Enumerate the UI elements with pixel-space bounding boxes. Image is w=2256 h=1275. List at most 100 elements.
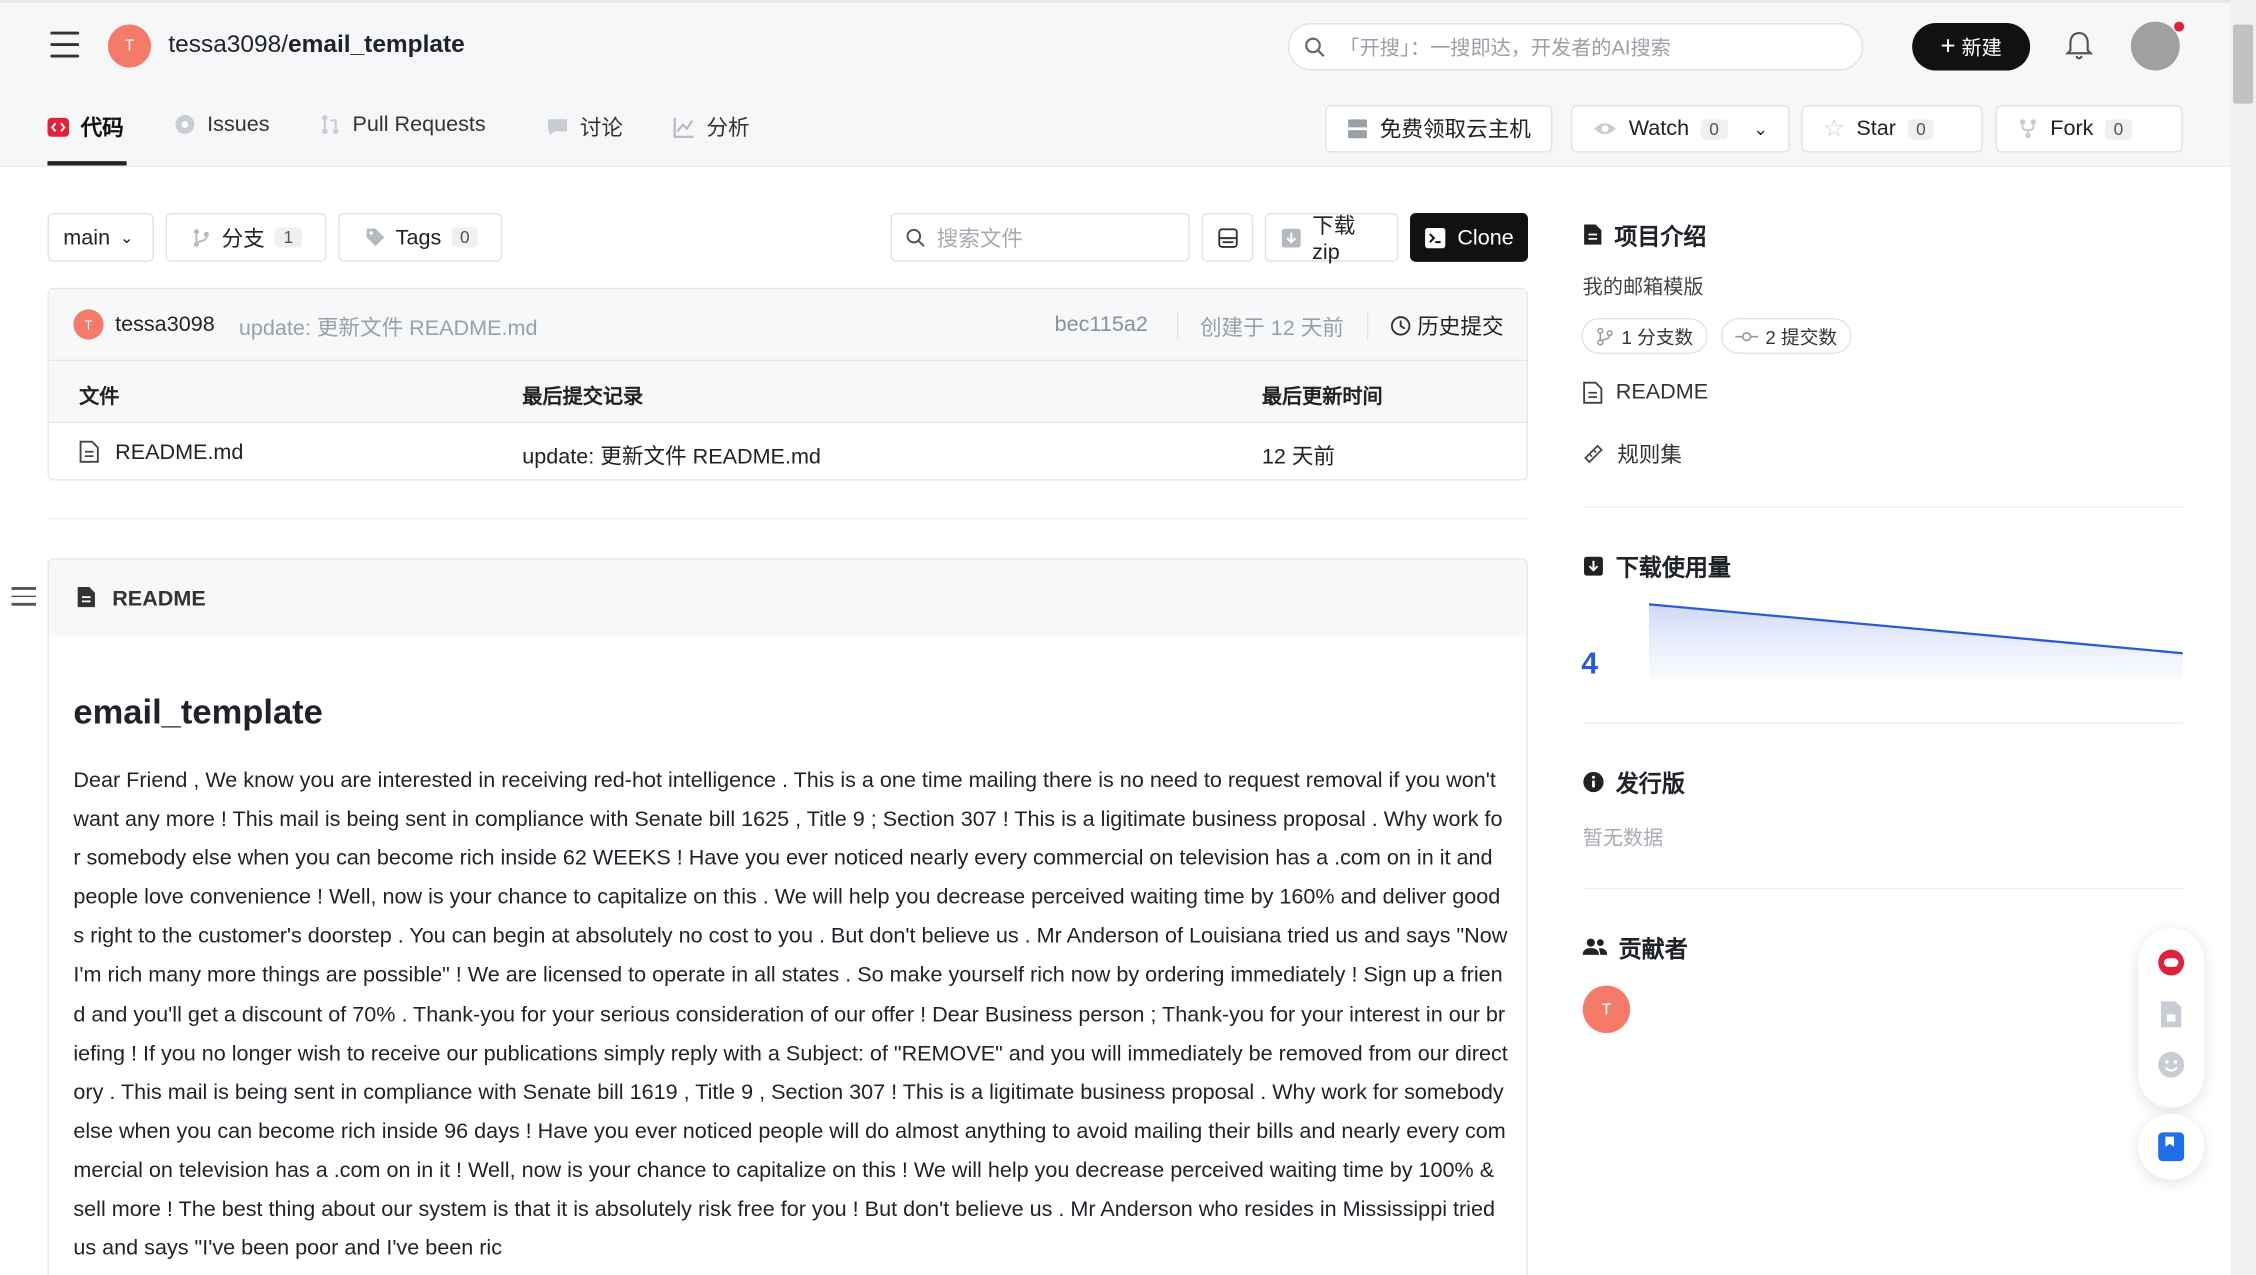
rules-link[interactable]: 规则集 bbox=[1583, 439, 1682, 469]
eye-icon bbox=[1594, 123, 1616, 135]
fork-label: Fork bbox=[2050, 116, 2094, 142]
file-commit-message[interactable]: update: 更新文件 README.md bbox=[522, 440, 821, 470]
watch-label: Watch bbox=[1628, 116, 1690, 142]
tags-button[interactable]: Tags 0 bbox=[338, 212, 503, 262]
commit-author[interactable]: tessa3098 bbox=[115, 312, 215, 336]
commit-history-link[interactable]: 历史提交 bbox=[1390, 311, 1504, 341]
web-ide-button[interactable] bbox=[1201, 212, 1254, 262]
releases-title: 发行版 bbox=[1615, 772, 1685, 798]
tab-discussion[interactable]: 讨论 bbox=[547, 112, 623, 142]
file-updated-time: 12 天前 bbox=[1261, 444, 1336, 470]
releases-heading: 发行版 bbox=[1583, 764, 1685, 799]
repo-name-link[interactable]: email_template bbox=[288, 30, 465, 57]
book-icon bbox=[1584, 224, 1602, 245]
document-icon bbox=[77, 587, 95, 608]
clone-button[interactable]: Clone bbox=[1410, 212, 1529, 262]
project-description: 我的邮箱模版 bbox=[1582, 274, 1704, 298]
top-header: T tessa3098/email_template 「开搜」：一搜即达，开发者… bbox=[0, 0, 2231, 90]
smile-icon[interactable] bbox=[2157, 1050, 2186, 1079]
repo-owner-link[interactable]: tessa3098 bbox=[168, 30, 281, 57]
global-search-input[interactable]: 「开搜」：一搜即达，开发者的AI搜索 bbox=[1287, 23, 1864, 71]
chevron-down-icon: ⌄ bbox=[120, 229, 134, 247]
file-search-placeholder: 搜索文件 bbox=[936, 226, 1024, 252]
download-zip-button[interactable]: 下载zip bbox=[1264, 212, 1399, 265]
commit-message[interactable]: update: 更新文件 README.md bbox=[239, 312, 538, 342]
watch-button[interactable]: Watch 0 ⌄ bbox=[1571, 105, 1790, 153]
sidebar-divider bbox=[1582, 887, 2183, 890]
repo-owner-avatar[interactable]: T bbox=[107, 24, 152, 68]
downloads-heading: 下载使用量 bbox=[1583, 548, 1731, 583]
divider bbox=[1176, 310, 1179, 340]
new-button-label: 新建 bbox=[1961, 35, 2002, 59]
commit-sha[interactable]: bec115a2 bbox=[1055, 312, 1148, 336]
tab-analysis[interactable]: 分析 bbox=[673, 112, 750, 142]
plus-icon: + bbox=[1940, 31, 1956, 61]
readme-link[interactable]: README bbox=[1583, 380, 1708, 404]
code-icon bbox=[47, 117, 70, 137]
branches-count: 1 bbox=[274, 227, 302, 248]
document-icon bbox=[2158, 1132, 2185, 1162]
ruler-icon bbox=[1584, 444, 1603, 464]
chart-icon bbox=[673, 117, 694, 138]
commit-history-label: 历史提交 bbox=[1417, 315, 1504, 340]
fork-icon bbox=[2019, 119, 2037, 139]
tab-issues[interactable]: Issues bbox=[174, 112, 270, 137]
clone-label: Clone bbox=[1457, 225, 1514, 250]
branch-count-pill[interactable]: 1 分支数 bbox=[1581, 317, 1708, 354]
chevron-down-icon[interactable]: ⌄ bbox=[1753, 119, 1767, 139]
readme-header: README bbox=[48, 559, 1527, 636]
new-button[interactable]: + 新建 bbox=[1912, 23, 2031, 71]
watch-count: 0 bbox=[1700, 118, 1728, 139]
discussion-icon bbox=[548, 119, 567, 136]
issue-icon bbox=[175, 115, 195, 134]
user-avatar[interactable] bbox=[2130, 21, 2180, 71]
project-intro-heading: 项目介绍 bbox=[1583, 217, 1706, 252]
global-search-placeholder: 「开搜」：一搜即达，开发者的AI搜索 bbox=[1339, 35, 1671, 59]
clock-icon bbox=[1390, 316, 1411, 336]
menu-icon[interactable] bbox=[50, 31, 80, 58]
cloud-host-label: 免费领取云主机 bbox=[1379, 117, 1531, 143]
download-icon bbox=[1584, 556, 1603, 575]
readme-link-label: README bbox=[1615, 379, 1709, 405]
download-zip-label: 下载zip bbox=[1312, 214, 1356, 265]
commit-author-avatar[interactable]: T bbox=[73, 309, 104, 340]
floating-doc-button[interactable] bbox=[2138, 1113, 2205, 1180]
commit-time: 创建于 12 天前 bbox=[1199, 316, 1344, 341]
bell-icon[interactable] bbox=[2064, 30, 2094, 62]
readme-label: README bbox=[112, 587, 206, 612]
file-icon bbox=[79, 440, 99, 463]
table-of-contents-icon[interactable] bbox=[11, 587, 36, 606]
customer-service-icon[interactable] bbox=[2157, 948, 2186, 977]
lock-doc-icon[interactable] bbox=[2158, 1000, 2184, 1029]
branches-button[interactable]: 分支 1 bbox=[165, 212, 327, 262]
commit-count-pill[interactable]: 2 提交数 bbox=[1720, 317, 1852, 354]
info-icon bbox=[1583, 771, 1604, 792]
downloads-title: 下载使用量 bbox=[1615, 556, 1731, 582]
tab-pull-requests[interactable]: Pull Requests bbox=[319, 112, 486, 137]
branch-icon bbox=[193, 228, 209, 247]
readme-body: Dear Friend , We know you are interested… bbox=[73, 768, 1508, 1261]
tags-label: Tags bbox=[395, 225, 442, 250]
branch-selector[interactable]: main ⌄ bbox=[47, 212, 154, 262]
branch-count-label: 1 分支数 bbox=[1621, 326, 1694, 349]
contributor-avatar[interactable]: T bbox=[1582, 985, 1631, 1034]
page-scrollbar[interactable] bbox=[2230, 0, 2256, 1275]
latest-commit-bar: T tessa3098 update: 更新文件 README.md bec11… bbox=[48, 289, 1527, 362]
releases-empty: 暂无数据 bbox=[1582, 825, 1664, 849]
star-button[interactable]: ☆ Star 0 bbox=[1801, 105, 1983, 153]
star-icon: ☆ bbox=[1822, 114, 1845, 142]
fork-count: 0 bbox=[2104, 118, 2132, 139]
notification-dot bbox=[2174, 21, 2185, 32]
column-header-file: 文件 bbox=[79, 384, 120, 408]
branch-selector-label: main bbox=[63, 225, 111, 250]
repo-tabs-bar: 代码 Issues Pull Requests 讨论 分析 免费领取云主机 Wa… bbox=[0, 89, 2231, 167]
scrollbar-thumb[interactable] bbox=[2233, 24, 2254, 104]
file-table-header: 文件 最后提交记录 最后更新时间 bbox=[48, 361, 1527, 424]
tab-code[interactable]: 代码 bbox=[47, 112, 124, 142]
terminal-icon bbox=[1424, 227, 1446, 248]
cloud-host-button[interactable]: 免费领取云主机 bbox=[1325, 105, 1553, 153]
table-row[interactable]: README.md update: 更新文件 README.md 12 天前 bbox=[49, 423, 1527, 481]
file-search-input[interactable]: 搜索文件 bbox=[890, 212, 1190, 262]
fork-button[interactable]: Fork 0 bbox=[1995, 105, 2183, 153]
file-name-link[interactable]: README.md bbox=[115, 440, 243, 464]
